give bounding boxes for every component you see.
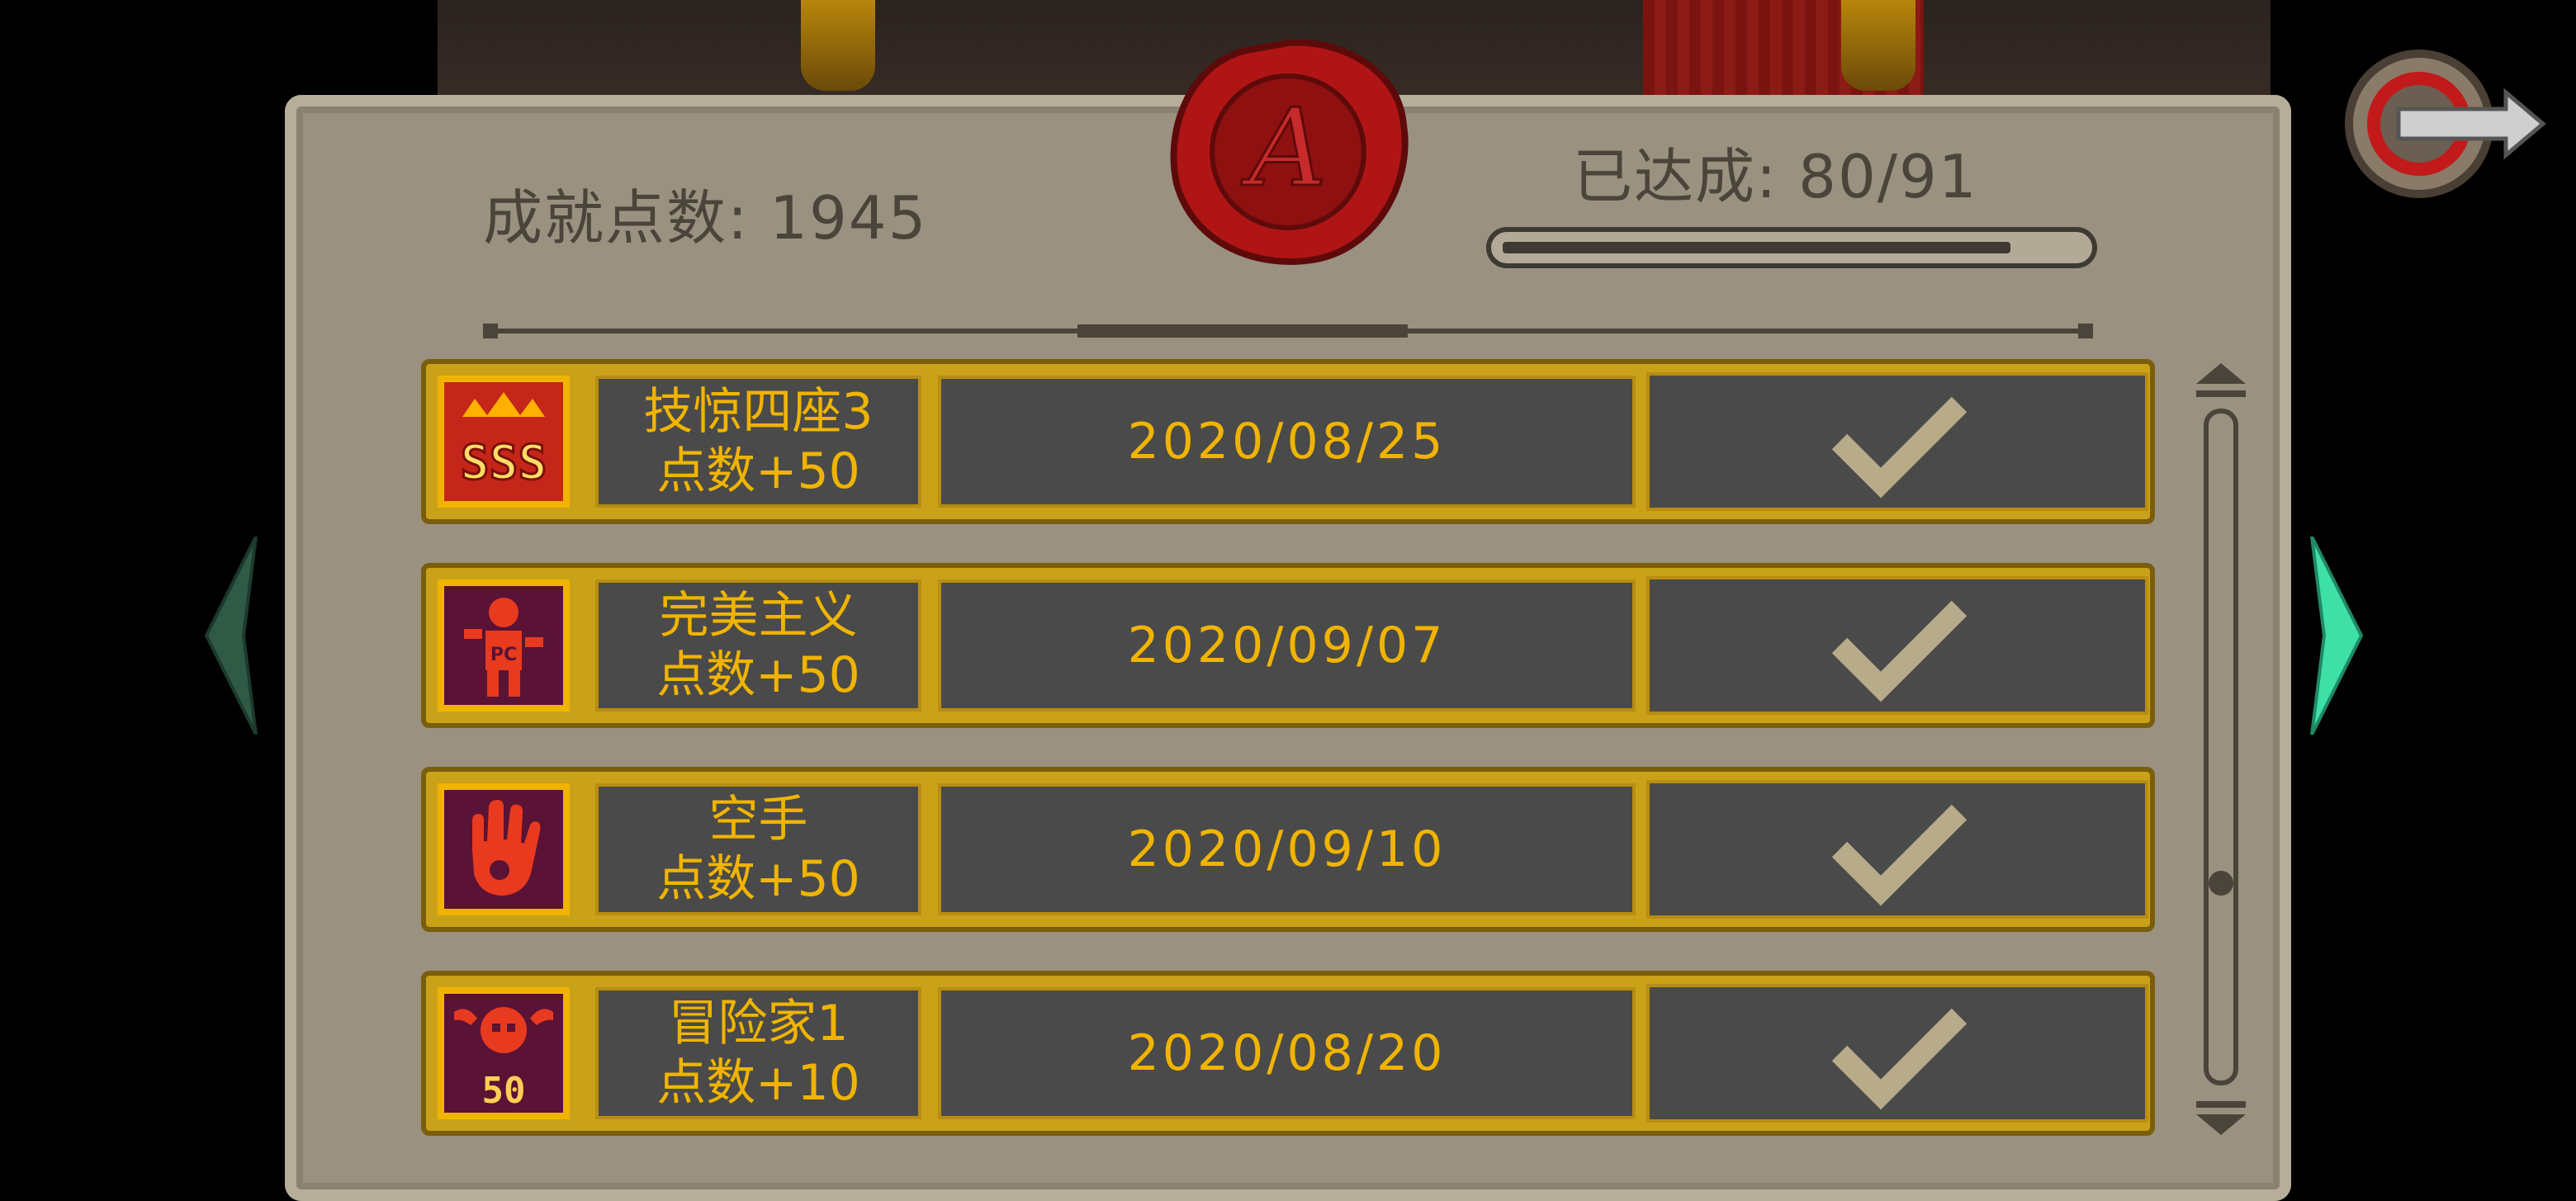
achievement-points: 点数+10 bbox=[656, 1054, 860, 1112]
next-page-arrow-icon[interactable] bbox=[2304, 537, 2370, 735]
svg-text:50: 50 bbox=[482, 1070, 526, 1111]
achievement-date: 2020/08/20 bbox=[938, 987, 1636, 1119]
divider-end-knob bbox=[2078, 324, 2093, 338]
scroll-down-icon[interactable] bbox=[2192, 1090, 2250, 1139]
achievement-points: 点数+50 bbox=[656, 442, 860, 500]
completed-check-icon bbox=[1646, 780, 2148, 919]
brass-stand-decoration bbox=[801, 0, 875, 91]
empty-hand-icon bbox=[438, 783, 570, 915]
achievement-row[interactable]: SSS 技惊四座3 点数+50 2020/08/25 bbox=[421, 359, 2155, 524]
achievement-name: 技惊四座3 bbox=[643, 383, 874, 441]
header-divider bbox=[483, 324, 2093, 338]
progress-bar-fill bbox=[1503, 242, 2010, 253]
completed-check-icon bbox=[1646, 984, 2148, 1123]
achievement-date: 2020/09/07 bbox=[938, 579, 1636, 712]
svg-text:PC: PC bbox=[490, 645, 517, 665]
achievement-name: 空手 bbox=[708, 791, 808, 849]
completed-check-icon bbox=[1646, 372, 2148, 511]
svg-text:SSS: SSS bbox=[461, 434, 547, 490]
svg-text:A: A bbox=[1241, 85, 1327, 210]
scrollbar-thumb[interactable] bbox=[2209, 871, 2233, 896]
achievement-row[interactable]: 空手 点数+50 2020/09/10 bbox=[421, 767, 2155, 932]
achievement-name-cell: 完美主义 点数+50 bbox=[595, 579, 921, 712]
perfectionist-icon: PC bbox=[438, 579, 570, 712]
divider-center-bar bbox=[1077, 324, 1408, 338]
scroll-up-icon[interactable] bbox=[2192, 359, 2250, 409]
achievement-row[interactable]: 50 冒险家1 点数+10 2020/08/20 bbox=[421, 971, 2155, 1136]
achievement-name-cell: 技惊四座3 点数+50 bbox=[595, 376, 921, 508]
divider-end-knob bbox=[483, 324, 498, 338]
achievement-name-cell: 空手 点数+50 bbox=[595, 783, 921, 915]
adventurer-skull-icon: 50 bbox=[438, 987, 570, 1119]
back-arrow-icon[interactable] bbox=[2341, 35, 2547, 212]
achievement-name-cell: 冒险家1 点数+10 bbox=[595, 987, 921, 1119]
achievement-scrollbar[interactable] bbox=[2192, 359, 2250, 1139]
achievement-points: 点数+50 bbox=[656, 646, 860, 704]
achieved-count-label: 已达成: 80/91 bbox=[1573, 142, 1978, 211]
achievement-progress-bar bbox=[1486, 227, 2097, 268]
completed-check-icon bbox=[1646, 576, 2148, 715]
achievement-points-label: 成就点数: 1945 bbox=[483, 183, 928, 253]
achievement-name: 完美主义 bbox=[659, 587, 858, 645]
previous-page-arrow-icon[interactable] bbox=[198, 537, 264, 735]
scrollbar-track[interactable] bbox=[2204, 409, 2238, 1085]
brass-stand-decoration bbox=[1841, 0, 1915, 91]
achievement-name: 冒险家1 bbox=[668, 995, 849, 1052]
achievement-points: 点数+50 bbox=[656, 850, 860, 908]
wax-seal-icon: A bbox=[1170, 39, 1409, 265]
achievement-date: 2020/08/25 bbox=[938, 376, 1636, 508]
sss-rank-icon: SSS bbox=[438, 376, 570, 508]
achievement-date: 2020/09/10 bbox=[938, 783, 1636, 915]
achievement-row[interactable]: PC 完美主义 点数+50 2020/09/07 bbox=[421, 563, 2155, 728]
